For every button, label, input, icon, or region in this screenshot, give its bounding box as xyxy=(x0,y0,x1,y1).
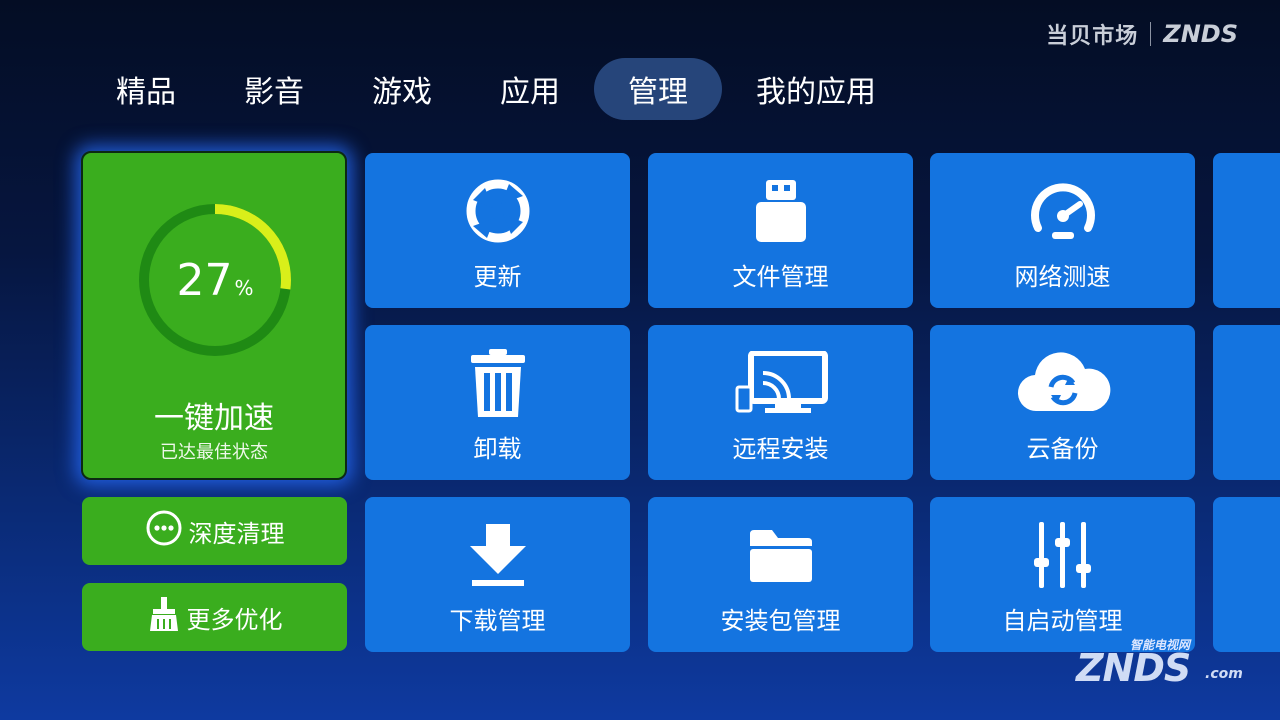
update-tile[interactable]: 更新 xyxy=(365,153,630,308)
speedometer-icon xyxy=(930,173,1195,249)
tab-featured[interactable]: 精品 xyxy=(82,58,210,120)
autostart-manager-label: 自启动管理 xyxy=(1002,607,1123,635)
file-manager-label: 文件管理 xyxy=(732,263,829,291)
trash-icon xyxy=(365,345,630,421)
top-nav: 精品 影音 游戏 应用 管理 我的应用 xyxy=(82,58,910,120)
cloud-sync-icon xyxy=(930,345,1195,421)
gauge-percent: 27 xyxy=(176,254,233,306)
brand-logo: 当贝市场 ZNDS xyxy=(1046,18,1238,50)
usb-drive-icon xyxy=(648,173,913,249)
more-optimize-label: 更多优化 xyxy=(186,605,283,634)
file-manager-tile[interactable]: 文件管理 xyxy=(648,153,913,308)
deep-clean-button[interactable]: 深度清理 xyxy=(82,497,347,565)
deep-clean-label: 深度清理 xyxy=(188,519,285,548)
accelerate-status: 已达最佳状态 xyxy=(160,442,268,463)
brand-name-en: ZNDS xyxy=(1163,20,1238,48)
download-manager-label: 下载管理 xyxy=(449,607,546,635)
tab-my-apps[interactable]: 我的应用 xyxy=(722,58,910,120)
one-key-accelerate-card[interactable]: 27 % 一键加速 已达最佳状态 xyxy=(81,151,347,480)
cast-screen-icon xyxy=(648,345,913,421)
uninstall-tile[interactable]: 卸载 xyxy=(365,325,630,480)
tab-games[interactable]: 游戏 xyxy=(338,58,466,120)
uninstall-label: 卸载 xyxy=(473,435,522,463)
tab-manage[interactable]: 管理 xyxy=(594,58,722,120)
package-manager-tile[interactable]: 安装包管理 xyxy=(648,497,913,652)
accelerate-title: 一键加速 xyxy=(154,401,274,436)
network-speed-label: 网络测速 xyxy=(1014,263,1111,291)
partial-tile-row2[interactable] xyxy=(1213,325,1280,480)
gauge-percent-unit: % xyxy=(234,276,254,300)
sliders-icon xyxy=(930,517,1195,593)
tab-video-audio[interactable]: 影音 xyxy=(210,58,338,120)
dots-circle-icon xyxy=(145,509,183,553)
watermark-main-text: ZNDS xyxy=(1076,646,1191,690)
cloud-backup-label: 云备份 xyxy=(1026,435,1099,463)
znds-watermark: 智能电视网 ZNDS .com xyxy=(1070,636,1250,690)
more-optimize-button[interactable]: 更多优化 xyxy=(82,583,347,651)
gauge-readout: 27 % xyxy=(136,201,294,359)
cloud-backup-tile[interactable]: 云备份 xyxy=(930,325,1195,480)
remote-install-label: 远程安装 xyxy=(732,435,829,463)
brand-divider xyxy=(1150,22,1152,46)
tab-apps[interactable]: 应用 xyxy=(466,58,594,120)
partial-tile-row1[interactable] xyxy=(1213,153,1280,308)
brand-name-cn: 当贝市场 xyxy=(1046,24,1139,49)
refresh-icon xyxy=(365,173,630,249)
update-label: 更新 xyxy=(473,263,522,291)
network-speed-tile[interactable]: 网络测速 xyxy=(930,153,1195,308)
folder-icon xyxy=(648,517,913,593)
autostart-manager-tile[interactable]: 自启动管理 xyxy=(930,497,1195,652)
watermark-suffix: .com xyxy=(1205,666,1243,682)
download-manager-tile[interactable]: 下载管理 xyxy=(365,497,630,652)
package-manager-label: 安装包管理 xyxy=(720,607,841,635)
partial-tile-row3[interactable] xyxy=(1213,497,1280,652)
remote-install-tile[interactable]: 远程安装 xyxy=(648,325,913,480)
download-icon xyxy=(365,517,630,593)
broom-icon xyxy=(147,595,181,639)
